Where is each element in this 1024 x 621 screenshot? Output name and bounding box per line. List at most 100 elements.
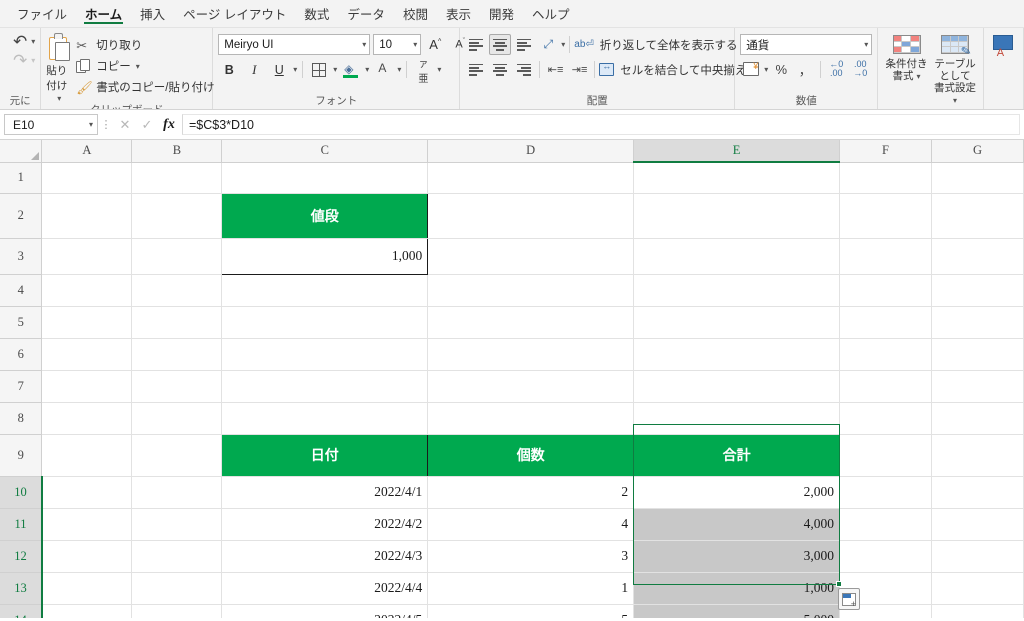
paste-button[interactable]: 貼り付け ▾: [46, 32, 72, 103]
fill-color-dropdown-icon[interactable]: ▾: [365, 65, 369, 74]
cell-G13[interactable]: [931, 572, 1024, 605]
cell-D1[interactable]: [427, 162, 635, 194]
merge-center-button[interactable]: セルを結合して中央揃え ▾: [599, 61, 756, 78]
wrap-text-button[interactable]: ab⏎ 折り返して全体を表示する: [574, 37, 737, 53]
cell-F9[interactable]: [839, 434, 932, 477]
align-right-button[interactable]: [513, 59, 535, 80]
cell-G12[interactable]: [931, 540, 1024, 573]
font-name-input[interactable]: Meiryo UI ▾: [218, 34, 371, 55]
accounting-dropdown-icon[interactable]: ▾: [764, 65, 768, 74]
cell-D5[interactable]: [427, 306, 635, 339]
insert-function-button[interactable]: fx: [158, 117, 180, 133]
format-as-table-button[interactable]: ✎ テーブルとして 書式設定 ▾: [932, 33, 979, 107]
copy-button[interactable]: コピー ▾: [76, 57, 214, 75]
row-header-9[interactable]: 9: [0, 434, 43, 477]
font-color-button[interactable]: A: [372, 59, 394, 80]
cell-B2[interactable]: [131, 193, 223, 239]
cell-A10[interactable]: [41, 476, 133, 509]
paste-dropdown-icon[interactable]: ▾: [57, 94, 61, 103]
row-header-12[interactable]: 12: [0, 540, 43, 573]
font-size-input[interactable]: 10 ▾: [373, 34, 422, 55]
row-header-8[interactable]: 8: [0, 402, 43, 435]
cell-D10[interactable]: 2: [427, 475, 635, 509]
cell-G1[interactable]: [931, 162, 1024, 194]
cell-F3[interactable]: [839, 238, 932, 275]
underline-button[interactable]: U: [268, 59, 290, 80]
row-header-7[interactable]: 7: [0, 370, 43, 403]
cell-C6[interactable]: [221, 338, 429, 371]
top-align-button[interactable]: [465, 34, 487, 55]
increase-decimal-button[interactable]: ←0.00: [825, 59, 847, 79]
undo-dropdown-icon[interactable]: ▾: [31, 37, 35, 46]
cell-G10[interactable]: [931, 476, 1024, 509]
tab-help[interactable]: ヘルプ: [523, 0, 579, 27]
column-header-c[interactable]: C: [221, 140, 429, 163]
confirm-entry-button[interactable]: ✓: [136, 117, 158, 133]
cell-A12[interactable]: [41, 540, 133, 573]
phonetic-guide-dropdown-icon[interactable]: ▾: [437, 65, 441, 74]
cell-D14[interactable]: 5: [427, 604, 635, 618]
cell-A8[interactable]: [41, 402, 133, 435]
cell-A6[interactable]: [41, 338, 133, 371]
number-format-select[interactable]: 通貨 ▾: [740, 34, 873, 55]
cell-D12[interactable]: 3: [427, 540, 635, 573]
cell-D4[interactable]: [427, 274, 635, 307]
cell-G9[interactable]: [931, 434, 1024, 477]
cell-B5[interactable]: [131, 306, 223, 339]
cell-C14[interactable]: 2022/4/5: [221, 604, 429, 618]
cell-D8[interactable]: [427, 402, 635, 435]
cell-G7[interactable]: [931, 370, 1024, 403]
name-box[interactable]: E10 ▾: [4, 114, 98, 135]
column-header-g[interactable]: G: [931, 140, 1024, 163]
cell-B4[interactable]: [131, 274, 223, 307]
tab-developer[interactable]: 開発: [480, 0, 523, 27]
cell-F10[interactable]: [839, 476, 932, 509]
cell-A4[interactable]: [41, 274, 133, 307]
number-format-dropdown-icon[interactable]: ▾: [864, 40, 868, 49]
cell-A7[interactable]: [41, 370, 133, 403]
tab-review[interactable]: 校閲: [394, 0, 437, 27]
cell-C12[interactable]: 2022/4/3: [221, 540, 429, 573]
cancel-entry-button[interactable]: ✕: [114, 117, 136, 133]
cell-C13[interactable]: 2022/4/4: [221, 572, 429, 605]
cell-G8[interactable]: [931, 402, 1024, 435]
tab-formulas[interactable]: 数式: [295, 0, 338, 27]
cell-E13[interactable]: 1,000: [633, 572, 841, 605]
cell-E3[interactable]: [633, 238, 841, 275]
cell-C8[interactable]: [221, 402, 429, 435]
format-as-table-dropdown-icon[interactable]: ▾: [953, 96, 957, 105]
cell-D3[interactable]: [427, 238, 635, 275]
cell-F4[interactable]: [839, 274, 932, 307]
cell-C2[interactable]: 値段: [221, 192, 429, 239]
cell-E14[interactable]: 5,000: [633, 604, 841, 618]
autofill-options-button[interactable]: [838, 588, 860, 610]
cell-E12[interactable]: 3,000: [633, 540, 841, 573]
cell-A11[interactable]: [41, 508, 133, 541]
cell-F11[interactable]: [839, 508, 932, 541]
cell-B12[interactable]: [131, 540, 223, 573]
increase-font-size-button[interactable]: A^: [424, 34, 446, 55]
cell-A1[interactable]: [41, 162, 133, 194]
cell-B9[interactable]: [131, 434, 223, 477]
format-painter-button[interactable]: 🖌 書式のコピー/貼り付け: [76, 78, 214, 96]
redo-dropdown-icon[interactable]: ▾: [31, 56, 35, 65]
row-header-2[interactable]: 2: [0, 193, 43, 239]
formula-input[interactable]: =$C$3*D10: [182, 114, 1020, 135]
font-name-dropdown-icon[interactable]: ▾: [362, 40, 366, 49]
tab-home[interactable]: ホーム: [76, 0, 131, 27]
cell-F5[interactable]: [839, 306, 932, 339]
cell-A9[interactable]: [41, 434, 133, 477]
cell-E6[interactable]: [633, 338, 841, 371]
conditional-formatting-dropdown-icon[interactable]: ▾: [916, 72, 920, 81]
row-header-11[interactable]: 11: [0, 508, 43, 541]
cell-F6[interactable]: [839, 338, 932, 371]
cell-G14[interactable]: [931, 604, 1024, 618]
cell-D13[interactable]: 1: [427, 572, 635, 605]
cell-E8[interactable]: [633, 402, 841, 435]
cell-A2[interactable]: [41, 193, 133, 239]
undo-button[interactable]: ↶ ▾: [13, 33, 35, 50]
column-header-b[interactable]: B: [131, 140, 223, 163]
bottom-align-button[interactable]: [513, 34, 535, 55]
cell-G3[interactable]: [931, 238, 1024, 275]
fill-color-button[interactable]: ◈: [340, 59, 362, 80]
